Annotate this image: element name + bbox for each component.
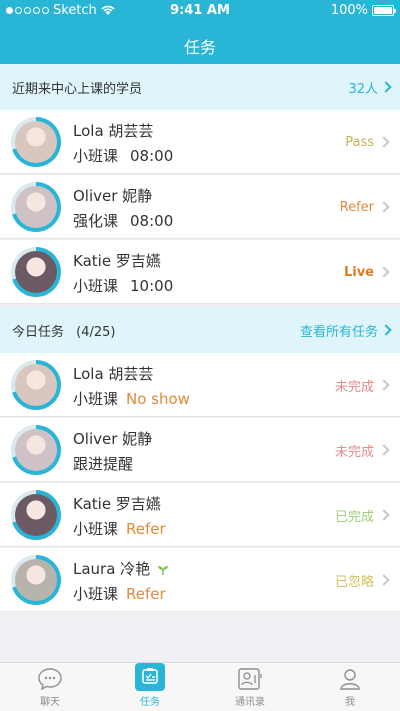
student-row[interactable]: Oliver 妮静 强化课 08:00 Refer <box>0 175 400 239</box>
course-type: 小班课 <box>73 277 119 295</box>
avatar-photo <box>15 559 57 601</box>
tab-tasks[interactable]: 任务 <box>100 663 200 711</box>
task-student-name: Lola 胡芸芸 <box>73 363 153 384</box>
course-time: 08:00 <box>130 212 174 230</box>
battery-status: 100% <box>330 3 396 18</box>
battery-icon <box>372 5 396 16</box>
task-row[interactable]: Oliver 妮静 跟进提醒 未完成 <box>0 418 400 482</box>
avatar-photo <box>15 364 57 406</box>
task-type: 小班课 <box>73 585 119 603</box>
course-type: 强化课 <box>73 212 119 230</box>
task-row[interactable]: Katie 罗吉嬿 小班课 Refer 已完成 <box>0 483 400 547</box>
course-time: 10:00 <box>130 277 174 295</box>
task-student-name: Katie 罗吉嬿 <box>73 493 161 514</box>
avatar <box>11 182 61 232</box>
avatar <box>11 247 61 297</box>
student-row[interactable]: Lola 胡芸芸 小班课 08:00 Pass <box>0 110 400 174</box>
tab-chat[interactable]: 聊天 <box>0 663 100 711</box>
course-time: 08:00 <box>130 147 174 165</box>
tasks-icon <box>135 663 165 691</box>
chat-icon <box>38 668 62 691</box>
task-status: 已忽略 <box>334 574 374 590</box>
chevron-right-icon <box>378 266 390 278</box>
avatar-photo <box>15 429 57 471</box>
student-row[interactable]: Katie 罗吉嬿 小班课 10:00 Live <box>0 240 400 304</box>
task-detail: 跟进提醒 <box>73 453 133 474</box>
recent-students-count-link[interactable]: 32人 <box>348 78 392 97</box>
header: Sketch 9:41 AM 100% 任务 <box>0 0 400 64</box>
task-note: No show <box>126 390 190 408</box>
tab-profile[interactable]: 我 <box>300 663 400 711</box>
avatar-photo <box>15 494 57 536</box>
chevron-right-icon <box>380 324 392 336</box>
today-tasks-count: (4/25) <box>76 324 116 340</box>
recent-students-header[interactable]: 近期来中心上课的学员 32人 <box>0 64 400 110</box>
chevron-right-icon <box>378 444 390 456</box>
chevron-right-icon <box>378 574 390 586</box>
student-course: 强化课 08:00 <box>73 210 173 231</box>
tab-contacts[interactable]: 通讯录 <box>200 663 300 711</box>
task-student-name: Oliver 妮静 <box>73 428 152 449</box>
tab-bar: 聊天 任务 通讯录 我 <box>0 662 400 711</box>
course-type: 小班课 <box>73 147 119 165</box>
today-tasks-header: 今日任务 (4/25) 查看所有任务 <box>0 307 400 353</box>
student-course: 小班课 10:00 <box>73 275 173 296</box>
task-row[interactable]: Lola 胡芸芸 小班课 No show 未完成 <box>0 353 400 417</box>
today-tasks-label: 今日任务 <box>12 324 65 340</box>
student-name: Oliver 妮静 <box>73 187 153 205</box>
avatar <box>11 117 61 167</box>
task-type: 小班课 <box>73 390 119 408</box>
recent-students-title: 近期来中心上课的学员 <box>12 81 143 97</box>
chevron-right-icon <box>378 136 390 148</box>
task-status: 未完成 <box>334 444 374 460</box>
chevron-right-icon <box>378 509 390 521</box>
chevron-right-icon <box>378 379 390 391</box>
avatar-photo <box>15 251 57 293</box>
task-status: 未完成 <box>334 379 374 395</box>
page-title: 任务 <box>183 38 216 57</box>
task-student-name-text: Oliver 妮静 <box>73 430 153 448</box>
task-note: Refer <box>126 520 166 538</box>
tab-tasks-label: 任务 <box>140 697 160 708</box>
task-student-name-text: Laura 冷艳 <box>73 560 151 578</box>
tab-chat-label: 聊天 <box>40 697 60 708</box>
view-all-tasks-link[interactable]: 查看所有任务 <box>299 321 392 340</box>
task-student-name: Laura 冷艳 <box>73 558 170 579</box>
task-row[interactable]: Laura 冷艳 小班课 Refer 已忽略 <box>0 548 400 612</box>
profile-icon <box>340 669 360 690</box>
task-student-name-text: Katie 罗吉嬿 <box>73 495 161 513</box>
chevron-right-icon <box>378 201 390 213</box>
view-all-tasks-label: 查看所有任务 <box>299 324 378 340</box>
student-status: Pass <box>345 134 374 150</box>
task-status: 已完成 <box>334 509 374 525</box>
sprout-icon <box>158 565 169 575</box>
task-detail: 小班课 Refer <box>73 583 166 604</box>
task-detail: 小班课 No show <box>73 388 190 409</box>
recent-students-count: 32人 <box>348 81 378 97</box>
avatar <box>11 425 61 475</box>
avatar <box>11 555 61 605</box>
student-name: Lola 胡芸芸 <box>73 122 154 140</box>
avatar-photo <box>15 186 57 228</box>
student-status: Live <box>343 264 374 280</box>
task-type: 跟进提醒 <box>73 455 134 473</box>
tab-profile-label: 我 <box>345 697 355 708</box>
avatar-photo <box>15 121 57 163</box>
chevron-right-icon <box>380 81 392 93</box>
task-type: 小班课 <box>73 520 119 538</box>
student-course: 小班课 08:00 <box>73 145 173 166</box>
tab-contacts-label: 通讯录 <box>235 697 265 708</box>
student-name: Katie 罗吉嬿 <box>73 252 161 270</box>
task-student-name-text: Lola 胡芸芸 <box>73 365 154 383</box>
today-tasks-title: 今日任务 (4/25) <box>12 321 116 340</box>
avatar <box>11 490 61 540</box>
battery-percent: 100% <box>330 3 368 18</box>
status-bar: Sketch 9:41 AM 100% <box>0 0 400 22</box>
avatar <box>11 360 61 410</box>
task-note: Refer <box>126 585 166 603</box>
contacts-icon <box>238 668 262 690</box>
task-detail: 小班课 Refer <box>73 518 166 539</box>
student-status: Refer <box>339 199 374 215</box>
